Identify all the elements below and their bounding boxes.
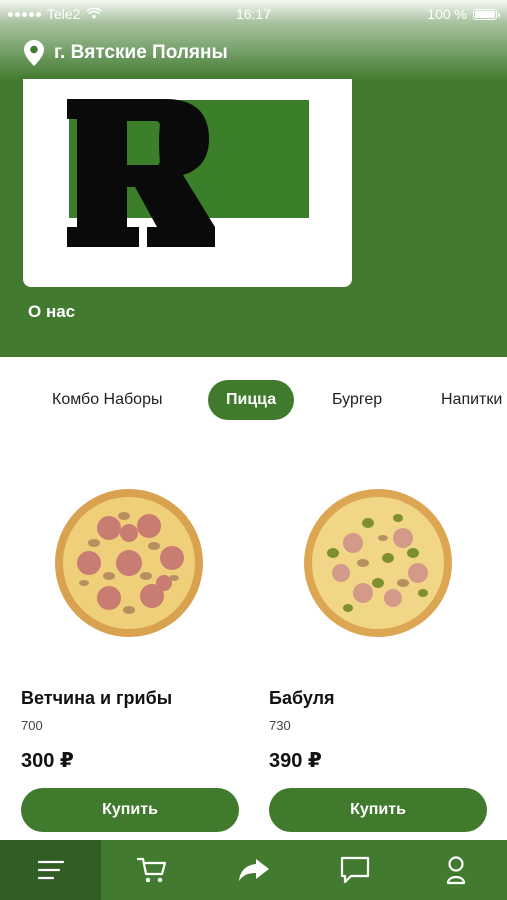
battery-icon <box>473 8 500 20</box>
product-name: Бабуля <box>269 688 335 708</box>
pizza-ham-mushroom-image <box>55 489 203 637</box>
tab-burger[interactable]: Бургер <box>332 380 382 420</box>
about-link[interactable]: О нас <box>28 302 75 322</box>
buy-button[interactable]: Купить <box>269 788 487 832</box>
battery-percent: 100 % <box>427 6 467 22</box>
product-name: Ветчина и грибы <box>21 688 173 708</box>
share-icon <box>238 859 269 881</box>
product-price: 390 ₽ <box>269 750 322 772</box>
product-price: 300 ₽ <box>21 750 74 772</box>
tab-pizza[interactable]: Пицца <box>208 380 295 420</box>
status-bar: Tele2 16:17 100 % <box>0 0 507 28</box>
nav-cart[interactable] <box>101 840 202 900</box>
battery-group: 100 % <box>427 6 500 22</box>
tab-drinks[interactable]: Напитки <box>441 380 502 420</box>
pizza-babulya-image <box>304 489 452 637</box>
cart-icon <box>137 857 167 883</box>
tab-combo[interactable]: Комбо Наборы <box>52 380 162 420</box>
location-pin-icon <box>24 40 44 66</box>
menu-icon <box>37 860 64 880</box>
nav-menu[interactable] <box>0 840 102 900</box>
r-logo-icon <box>67 99 309 247</box>
product-weight: 730 <box>269 718 291 733</box>
profile-icon <box>447 856 466 885</box>
buy-button[interactable]: Купить <box>21 788 239 832</box>
chat-icon <box>340 856 370 884</box>
location-label: г. Вятские Поляны <box>54 42 228 63</box>
nav-share[interactable] <box>203 840 304 900</box>
nav-chat[interactable] <box>304 840 405 900</box>
nav-profile[interactable] <box>406 840 507 900</box>
product-weight: 700 <box>21 718 43 733</box>
bottom-navigation <box>0 840 507 900</box>
location-selector[interactable]: г. Вятские Поляны <box>24 40 228 66</box>
restaurant-logo-card <box>23 79 352 287</box>
category-tabs: Комбо Наборы Пицца Бургер Напитки <box>0 378 507 422</box>
